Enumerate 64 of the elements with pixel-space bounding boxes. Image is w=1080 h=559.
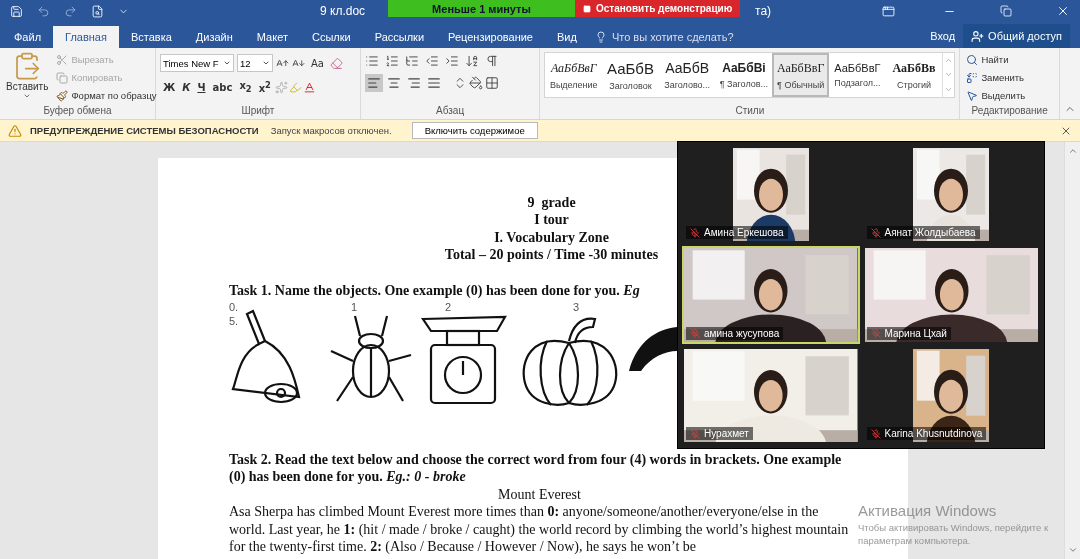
heading-line: I. Vocabulary Zone bbox=[494, 228, 609, 247]
window-title: та) bbox=[755, 4, 772, 18]
format-button[interactable]: x$_{2}$ bbox=[236, 78, 255, 96]
editing-command[interactable]: Выделить bbox=[964, 87, 1055, 104]
video-tile[interactable]: амина жусупова bbox=[682, 246, 860, 344]
change-case-button[interactable]: Aa bbox=[308, 54, 327, 72]
participant-name: Аянат Жолдыбаева bbox=[884, 227, 976, 239]
ribbon-tab[interactable]: Ссылки bbox=[299, 26, 363, 48]
format-button[interactable]: abc bbox=[209, 78, 236, 96]
item-number: 0. bbox=[229, 301, 239, 314]
reading-text: Asa Sherpa has climbed Mount Everest more times than 0: anyone/someone/another/everyone/else in the world. Last year, he 1: (hit / made / broke / caught) the world record by climbing the world’s highest mountain for the twenty-first time. 2: (Also / Because / However / Now), he says he won’t be bbox=[229, 503, 850, 556]
ribbon-tab[interactable]: Файл bbox=[2, 26, 54, 48]
heading-line: 9 grade bbox=[527, 194, 576, 212]
ribbon-tab[interactable]: Дизайн bbox=[183, 26, 245, 48]
editing-command[interactable]: Найти bbox=[964, 51, 1055, 68]
group-label: Абзац bbox=[436, 105, 465, 118]
ribbon-tab[interactable]: Вставка bbox=[118, 26, 184, 48]
clipboard-command[interactable]: Формат по образцу bbox=[54, 87, 159, 104]
activation-message: Чтобы активировать Windows, перейдите к параметрам компьютера. bbox=[858, 521, 1050, 547]
editing-command[interactable]: Заменить bbox=[964, 69, 1055, 86]
item-number: 1 bbox=[351, 301, 358, 314]
ribbon-tab[interactable]: Главная bbox=[53, 26, 119, 48]
video-tile[interactable]: Karina Khusnutdinova bbox=[862, 346, 1040, 444]
group-label: Буфер обмена bbox=[43, 105, 112, 118]
tell-me-field[interactable]: Что вы хотите сделать? bbox=[609, 26, 770, 48]
item-number: 2 bbox=[445, 301, 452, 314]
ribbon-tab[interactable]: Рецензирование bbox=[436, 26, 545, 48]
window-title: 9 кл.doc bbox=[320, 4, 366, 18]
share-button[interactable]: Общий доступ bbox=[963, 24, 1070, 48]
format-button[interactable]: x$^{2}$ bbox=[255, 78, 274, 96]
text-title: Mount Everest bbox=[498, 485, 581, 504]
font-size-field[interactable]: 12 bbox=[237, 54, 273, 72]
participant-name: Нурахмет bbox=[704, 428, 749, 439]
participant-name: амина жусупова bbox=[704, 327, 780, 339]
task-text: Task 1. Name the objects. One example (0) has been done for you. Eg bbox=[229, 281, 641, 300]
format-button[interactable]: Ж bbox=[160, 78, 179, 96]
sign-in-link[interactable]: Вход bbox=[922, 24, 964, 48]
font-name-field[interactable]: Times New F bbox=[160, 54, 234, 72]
paste-button[interactable]: Вставить bbox=[4, 51, 51, 105]
group-label: Шрифт bbox=[241, 105, 275, 118]
format-button[interactable]: Ч bbox=[194, 78, 209, 96]
activation-title: Активация Windows bbox=[858, 502, 998, 519]
participant-name: Karina Khusnutdinova bbox=[884, 428, 983, 439]
ribbon-tab[interactable]: Вид bbox=[545, 26, 589, 48]
share-timer: Меньше 1 минуты bbox=[388, 0, 575, 17]
video-tile[interactable]: Марина Цхай bbox=[862, 246, 1040, 344]
item-number: 3 bbox=[573, 301, 580, 314]
group-label: Редактирование bbox=[971, 105, 1048, 118]
stop-share-button[interactable]: Остановить демонстрацию bbox=[575, 0, 741, 17]
style-item[interactable]: АаБбВвГ ¶ Обычный bbox=[772, 53, 829, 97]
video-tile[interactable]: Нурахмет bbox=[682, 346, 860, 444]
security-warning-title: ПРЕДУПРЕЖДЕНИЕ СИСТЕМЫ БЕЗОПАСНОСТИ bbox=[30, 125, 259, 136]
heading-line: Total – 20 points / Time -30 minutes bbox=[444, 246, 659, 264]
participant-name: Марина Цхай bbox=[884, 327, 947, 339]
ribbon-tab[interactable]: Рассылки bbox=[362, 26, 437, 48]
task-text: Task 2. Read the text below and choose the correct word from four (4) words in brackets. One example (0) has been done for you. Eg.: 0 - broke bbox=[229, 451, 843, 486]
heading-line: I tour bbox=[534, 211, 569, 229]
format-button[interactable]: К bbox=[179, 78, 194, 96]
enable-content-button[interactable]: Включить содержимое bbox=[411, 122, 538, 139]
security-warning-message: Запуск макросов отключен. bbox=[270, 125, 392, 136]
participant-name: Амина Еркешова bbox=[704, 227, 784, 239]
item-number: 5. bbox=[229, 315, 239, 328]
ribbon-tab[interactable]: Макет bbox=[244, 26, 300, 48]
group-label: Стили bbox=[735, 105, 765, 118]
